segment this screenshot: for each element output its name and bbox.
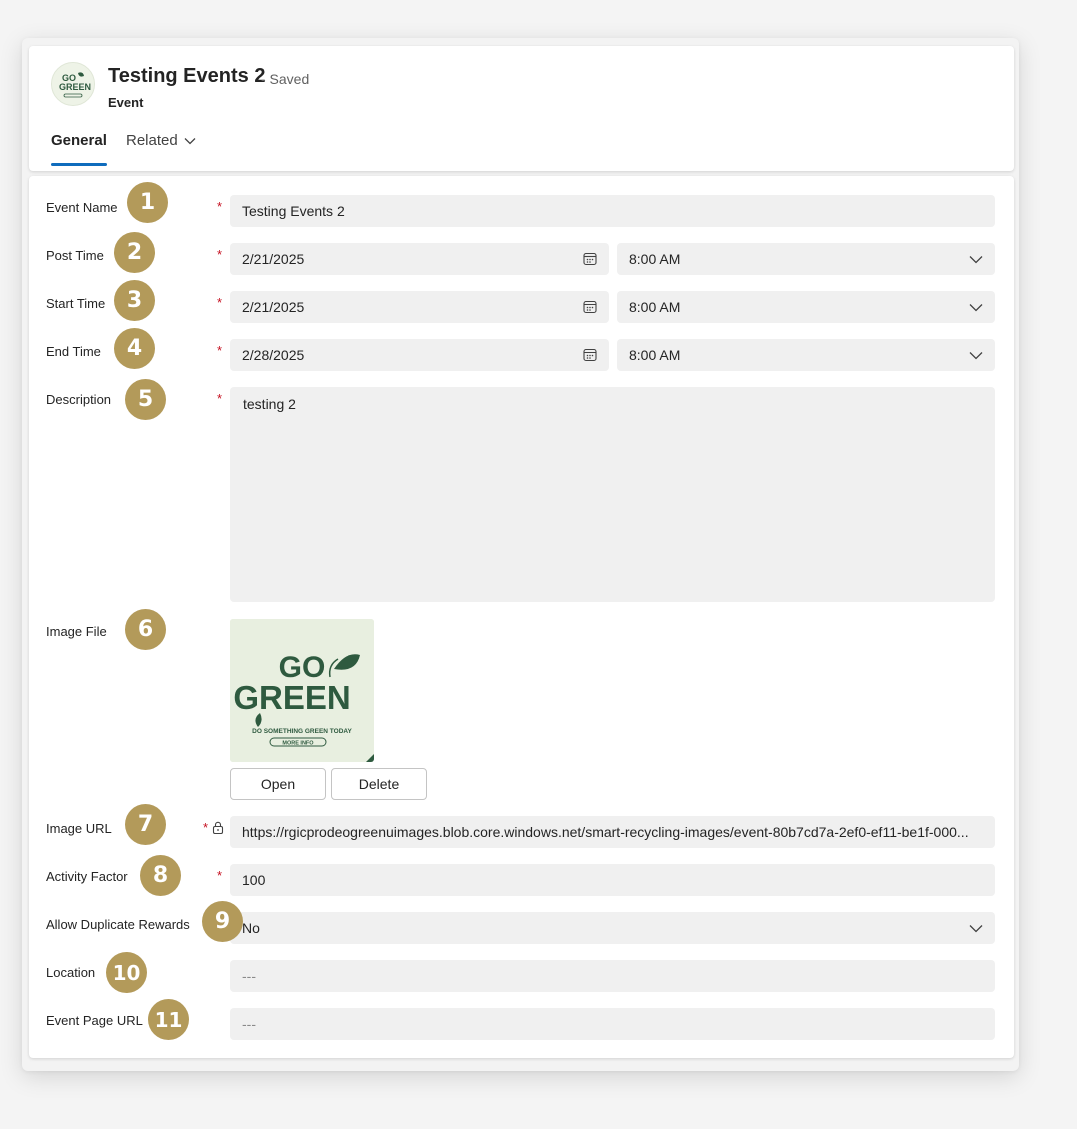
callout-badge-3: 3	[114, 280, 155, 321]
allow-duplicate-rewards-value: No	[242, 920, 260, 936]
callout-badge-9: 9	[202, 901, 243, 942]
end-time-time-select[interactable]: 8:00 AM	[617, 339, 995, 371]
tab-selected-indicator	[51, 163, 107, 166]
post-time-date-value: 2/21/2025	[242, 251, 305, 267]
allow-duplicate-rewards-label: Allow Duplicate Rewards	[46, 917, 190, 932]
required-marker: *	[217, 247, 223, 262]
description-textarea[interactable]: testing 2	[230, 387, 995, 602]
post-time-time-value: 8:00 AM	[629, 251, 681, 267]
required-marker: *	[217, 343, 223, 358]
chevron-down-icon	[969, 291, 983, 323]
location-label: Location	[46, 965, 96, 980]
required-marker: *	[217, 199, 223, 214]
end-time-label: End Time	[46, 344, 101, 359]
open-image-button[interactable]: Open	[230, 768, 326, 800]
post-time-date-input[interactable]: 2/21/2025	[230, 243, 609, 275]
image-url-label: Image URL	[46, 821, 112, 836]
event-page-url-input[interactable]: ---	[230, 1008, 995, 1040]
calendar-icon[interactable]	[583, 339, 597, 371]
image-more-info: MORE INFO	[282, 741, 314, 747]
callout-badge-10: 10	[106, 952, 147, 993]
callout-badge-7: 7	[125, 804, 166, 845]
calendar-icon[interactable]	[583, 291, 597, 323]
callout-badge-4: 4	[114, 328, 155, 369]
tab-general-label: General	[51, 132, 107, 149]
callout-badge-1: 1	[127, 182, 168, 223]
post-time-label: Post Time	[46, 248, 104, 263]
end-time-date-input[interactable]: 2/28/2025	[230, 339, 609, 371]
callout-badge-2: 2	[114, 232, 155, 273]
required-marker: *	[217, 868, 223, 883]
save-status: - Saved	[261, 71, 310, 87]
required-marker: *	[217, 391, 223, 406]
event-name-input[interactable]: Testing Events 2	[230, 195, 995, 227]
record-title: Testing Events 2	[108, 65, 266, 87]
record-header: GO GREEN Testing Events 2 - Saved Event …	[29, 46, 1014, 171]
tab-related[interactable]: Related	[126, 132, 196, 149]
start-time-date-input[interactable]: 2/21/2025	[230, 291, 609, 323]
callout-badge-11: 11	[148, 999, 189, 1040]
required-marker: *	[203, 820, 209, 835]
start-time-time-select[interactable]: 8:00 AM	[617, 291, 995, 323]
activity-factor-label: Activity Factor	[46, 869, 128, 884]
end-time-time-value: 8:00 AM	[629, 347, 681, 363]
general-form: Event Name 1 * Testing Events 2 Post Tim…	[29, 176, 1014, 1058]
activity-factor-input[interactable]: 100	[230, 864, 995, 896]
image-tagline: DO SOMETHING GREEN TODAY	[252, 728, 352, 735]
location-input[interactable]: ---	[230, 960, 995, 992]
svg-text:GREEN: GREEN	[59, 82, 91, 92]
image-file-preview: GO GREEN DO SOMETHING GREEN TODAY MORE I…	[230, 619, 374, 762]
event-name-label: Event Name	[46, 200, 118, 215]
allow-duplicate-rewards-select[interactable]: No	[230, 912, 995, 944]
delete-image-button[interactable]: Delete	[331, 768, 427, 800]
start-time-time-value: 8:00 AM	[629, 299, 681, 315]
event-page-url-label: Event Page URL	[46, 1013, 143, 1028]
post-time-time-select[interactable]: 8:00 AM	[617, 243, 995, 275]
image-file-label: Image File	[46, 624, 107, 639]
chevron-down-icon	[969, 243, 983, 275]
end-time-date-value: 2/28/2025	[242, 347, 305, 363]
image-text-green: GREEN	[233, 679, 350, 716]
callout-badge-6: 6	[125, 609, 166, 650]
chevron-down-icon	[969, 912, 983, 944]
record-avatar-logo: GO GREEN	[51, 62, 95, 106]
callout-badge-8: 8	[140, 855, 181, 896]
image-url-input[interactable]: https://rgicprodeogreenuimages.blob.core…	[230, 816, 995, 848]
entity-name: Event	[108, 95, 144, 110]
callout-badge-5: 5	[125, 379, 166, 420]
chevron-down-icon	[969, 339, 983, 371]
description-label: Description	[46, 392, 112, 407]
calendar-icon[interactable]	[583, 243, 597, 275]
lock-icon	[212, 821, 224, 839]
chevron-down-icon	[178, 132, 196, 149]
start-time-label: Start Time	[46, 296, 106, 311]
required-marker: *	[217, 295, 223, 310]
tab-general[interactable]: General	[51, 132, 107, 149]
start-time-date-value: 2/21/2025	[242, 299, 305, 315]
tab-related-label: Related	[126, 132, 178, 149]
